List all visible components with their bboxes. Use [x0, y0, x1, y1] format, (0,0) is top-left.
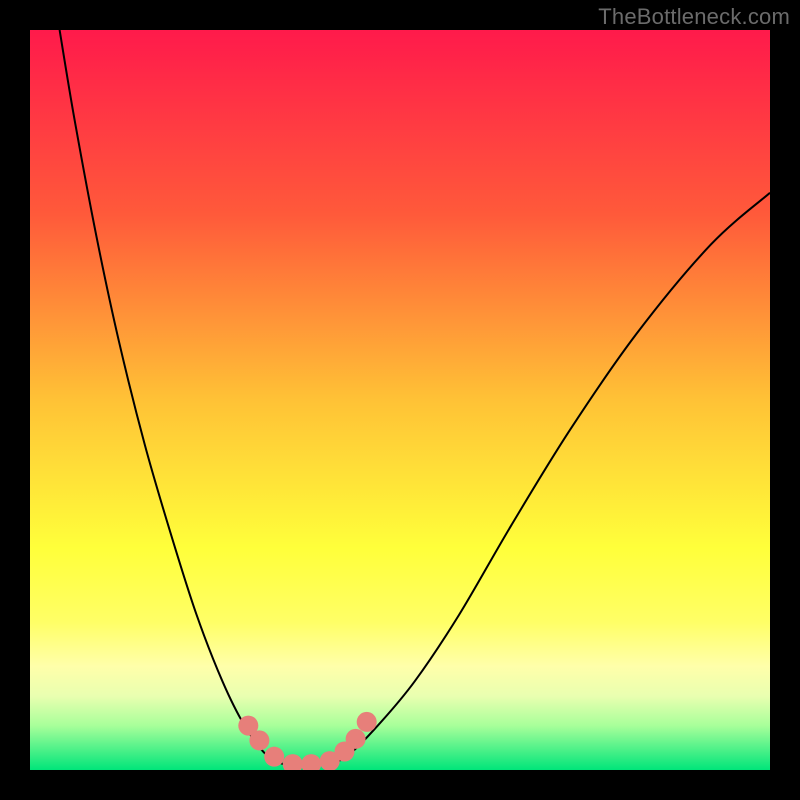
- plot-area: [30, 30, 770, 770]
- watermark-text: TheBottleneck.com: [598, 4, 790, 30]
- heatmap-background: [30, 30, 770, 770]
- dot-pink-dots: [357, 712, 377, 732]
- dot-pink-dots: [264, 747, 284, 767]
- dot-pink-dots: [249, 730, 269, 750]
- chart-frame: TheBottleneck.com: [0, 0, 800, 800]
- dot-pink-dots: [346, 729, 366, 749]
- chart-svg: [30, 30, 770, 770]
